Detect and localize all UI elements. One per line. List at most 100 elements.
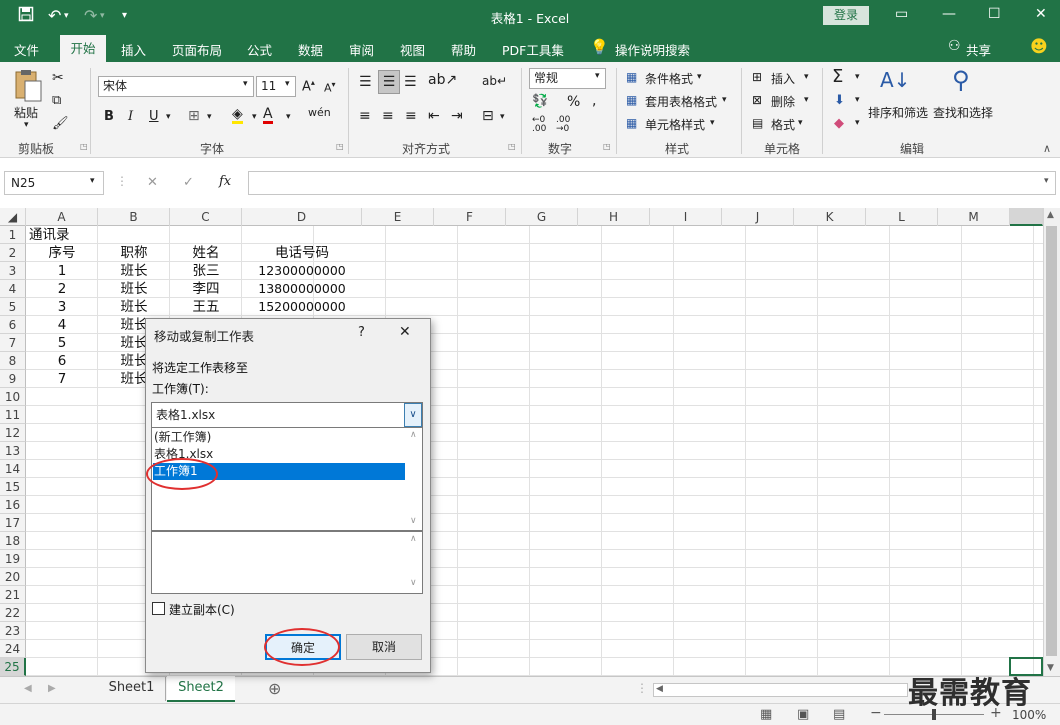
share-button[interactable]: 共享 xyxy=(966,40,991,59)
cell-a1[interactable]: 通讯录 xyxy=(29,226,70,244)
scroll-left-icon[interactable]: ◀ xyxy=(656,684,663,694)
decrease-decimal-icon[interactable]: .00 →0 xyxy=(556,116,570,134)
row-header[interactable]: 9 xyxy=(0,370,26,388)
header-cell[interactable]: 电话号码 xyxy=(242,244,362,262)
cell-style-button[interactable]: 单元格样式 xyxy=(645,116,705,133)
help-icon[interactable]: ? xyxy=(358,325,365,340)
dropdown-icon[interactable]: ▾ xyxy=(855,95,860,105)
add-sheet-icon[interactable]: ⊕ xyxy=(268,679,281,698)
column-header[interactable]: E xyxy=(362,208,434,226)
vertical-scroll-thumb[interactable] xyxy=(1046,226,1057,656)
increase-indent-icon[interactable]: ⇥ xyxy=(451,108,463,124)
increase-decimal-icon[interactable]: ←0.00 xyxy=(532,116,546,134)
scroll-down-icon[interactable]: ▼ xyxy=(1047,663,1054,673)
autosum-icon[interactable]: Σ xyxy=(832,66,843,87)
column-header[interactable]: B xyxy=(98,208,170,226)
column-header-n[interactable] xyxy=(1010,208,1043,226)
dropdown-icon[interactable]: ▾ xyxy=(798,118,803,128)
dropdown-icon[interactable]: ▾ xyxy=(855,118,860,128)
page-break-view-icon[interactable]: ▤ xyxy=(833,707,845,722)
row-header[interactable]: 1 xyxy=(0,226,26,244)
paste-button-label[interactable]: 粘贴 xyxy=(14,104,38,121)
header-cell[interactable]: 序号 xyxy=(26,244,98,262)
column-header[interactable]: F xyxy=(434,208,506,226)
align-middle-icon[interactable]: ☰ xyxy=(378,70,400,94)
italic-button[interactable]: I xyxy=(128,109,133,124)
create-copy-checkbox[interactable] xyxy=(152,602,165,615)
underline-dropdown-icon[interactable]: ▾ xyxy=(166,112,171,122)
format-cells-button[interactable]: 格式 xyxy=(771,116,795,133)
paste-icon[interactable] xyxy=(12,68,44,108)
row-header[interactable]: 16 xyxy=(0,496,26,514)
cell-style-icon[interactable]: ▦ xyxy=(626,116,637,130)
row-header[interactable]: 15 xyxy=(0,478,26,496)
normal-view-icon[interactable]: ▦ xyxy=(760,707,772,722)
dialog-launcher-icon[interactable]: ◳ xyxy=(603,142,611,151)
increase-font-icon[interactable]: A▴ xyxy=(302,78,315,94)
tell-me-search[interactable]: 操作说明搜索 xyxy=(615,40,690,59)
column-header[interactable]: L xyxy=(866,208,938,226)
row-header[interactable]: 7 xyxy=(0,334,26,352)
horizontal-scrollbar[interactable] xyxy=(653,683,908,697)
row-header[interactable]: 2 xyxy=(0,244,26,262)
fill-color-icon[interactable]: ◈ xyxy=(232,107,243,124)
workbook-combo[interactable]: 表格1.xlsx ∨ xyxy=(151,402,423,428)
row-header[interactable]: 23 xyxy=(0,622,26,640)
collapse-ribbon-icon[interactable]: ∧ xyxy=(1043,142,1051,155)
data-cell[interactable]: 班长 xyxy=(98,280,170,298)
align-bottom-icon[interactable]: ☰ xyxy=(404,74,417,90)
row-header[interactable]: 13 xyxy=(0,442,26,460)
scroll-up-icon[interactable]: ▲ xyxy=(1047,210,1054,220)
data-cell[interactable]: 5 xyxy=(26,334,98,352)
list-item[interactable]: (新工作簿) xyxy=(154,429,211,446)
data-cell[interactable]: 4 xyxy=(26,316,98,334)
tab-pdf-tools[interactable]: PDF工具集 xyxy=(502,40,564,59)
dialog-launcher-icon[interactable]: ◳ xyxy=(80,142,88,151)
tab-formulas[interactable]: 公式 xyxy=(247,40,272,59)
column-header[interactable]: D xyxy=(242,208,362,226)
cancel-entry-icon[interactable]: ✕ xyxy=(147,175,158,190)
expand-formula-icon[interactable]: ▾ xyxy=(1044,176,1049,186)
column-header[interactable]: C xyxy=(170,208,242,226)
dropdown-icon[interactable]: ▾ xyxy=(804,72,809,82)
dropdown-icon[interactable]: ▾ xyxy=(710,118,715,128)
maximize-icon[interactable]: ☐ xyxy=(988,6,1001,22)
conditional-format-button[interactable]: 条件格式 xyxy=(645,70,693,87)
tab-review[interactable]: 审阅 xyxy=(349,40,374,59)
page-layout-view-icon[interactable]: ▣ xyxy=(797,707,809,722)
decrease-indent-icon[interactable]: ⇤ xyxy=(428,108,440,124)
sort-filter-button[interactable]: 排序和筛选 xyxy=(868,104,928,121)
row-header[interactable]: 19 xyxy=(0,550,26,568)
insert-function-icon[interactable]: fx xyxy=(219,174,231,189)
delete-cells-button[interactable]: 删除 xyxy=(771,93,795,110)
tab-insert[interactable]: 插入 xyxy=(121,40,146,59)
chevron-down-icon[interactable]: ∨ xyxy=(404,403,422,427)
table-format-icon[interactable]: ▦ xyxy=(626,93,637,107)
phonetic-icon[interactable]: wén xyxy=(308,106,331,119)
font-color-icon[interactable]: A xyxy=(263,107,273,124)
comma-style-icon[interactable]: , xyxy=(592,93,596,109)
data-cell[interactable]: 13800000000 xyxy=(242,280,362,298)
login-button[interactable]: 登录 xyxy=(823,6,869,25)
column-header[interactable]: G xyxy=(506,208,578,226)
align-left-icon[interactable]: ≡ xyxy=(359,108,371,124)
sheet-position-list[interactable]: ∧ ∨ xyxy=(151,531,423,594)
row-header[interactable]: 20 xyxy=(0,568,26,586)
table-format-button[interactable]: 套用表格格式 xyxy=(645,93,717,110)
paste-dropdown-icon[interactable]: ▾ xyxy=(24,120,29,130)
format-painter-icon[interactable]: 🖌 xyxy=(52,116,69,131)
scroll-down-icon[interactable]: ∨ xyxy=(410,578,417,588)
header-cell[interactable]: 职称 xyxy=(98,244,170,262)
data-cell[interactable]: 班长 xyxy=(98,262,170,280)
row-header[interactable]: 24 xyxy=(0,640,26,658)
row-header[interactable]: 4 xyxy=(0,280,26,298)
ribbon-display-icon[interactable]: ▭ xyxy=(895,6,908,22)
delete-cells-icon[interactable]: ⊠ xyxy=(752,93,762,107)
tab-view[interactable]: 视图 xyxy=(400,40,425,59)
column-header[interactable]: J xyxy=(722,208,794,226)
underline-button[interactable]: U xyxy=(149,109,159,124)
close-dialog-icon[interactable]: ✕ xyxy=(399,324,411,340)
border-dropdown-icon[interactable]: ▾ xyxy=(207,112,212,122)
decrease-font-icon[interactable]: A▾ xyxy=(324,80,336,95)
minimize-icon[interactable]: — xyxy=(942,6,956,22)
